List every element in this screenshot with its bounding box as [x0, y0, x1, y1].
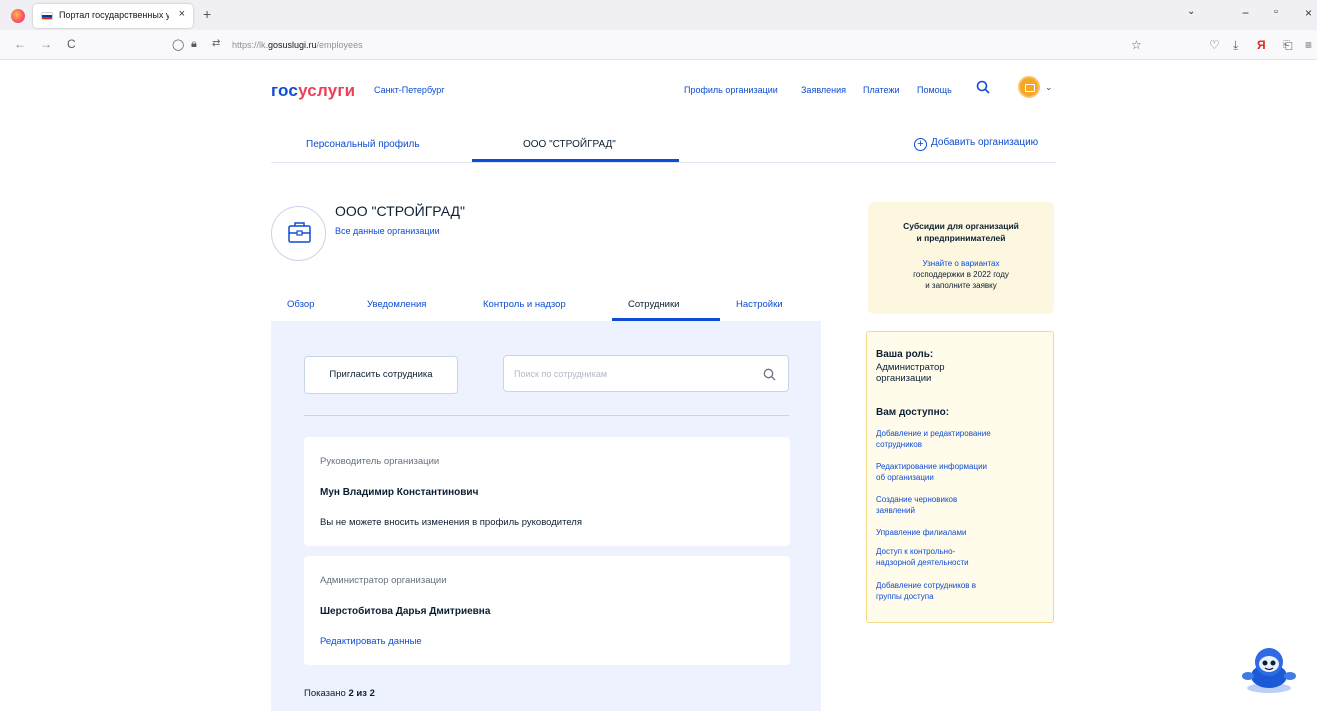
permission-item[interactable]: Редактирование информации об организации: [876, 461, 1046, 483]
russian-flag-icon: [41, 12, 53, 20]
employee-note: Вы не можете вносить изменения в профиль…: [320, 517, 582, 528]
tab-title: Портал государственных услуг: [59, 10, 169, 20]
city-selector[interactable]: Санкт-Петербург: [374, 85, 445, 95]
nav-help[interactable]: Помощь: [917, 85, 952, 95]
permissions-icon[interactable]: ⇄: [212, 38, 220, 49]
new-tab-icon[interactable]: +: [203, 6, 211, 22]
promo-link[interactable]: Узнайте о вариантах: [868, 258, 1054, 269]
permission-item[interactable]: Создание черновиков заявлений: [876, 494, 1046, 516]
tab-org-profile[interactable]: ООО "СТРОЙГРАД": [523, 139, 616, 150]
divider: [304, 415, 789, 416]
employee-name: Мун Владимир Константинович: [320, 487, 479, 498]
briefcase-icon: [271, 206, 326, 261]
org-avatar[interactable]: [1018, 76, 1040, 98]
reload-icon[interactable]: C: [67, 37, 76, 51]
tab-control-supervision[interactable]: Контроль и надзор: [483, 299, 566, 310]
restore-icon[interactable]: ▫: [1274, 6, 1278, 18]
tab-notifications[interactable]: Уведомления: [367, 299, 426, 310]
role-heading: Ваша роль:: [876, 349, 934, 360]
employee-role: Администратор организации: [320, 575, 447, 586]
promo-text: господдержки в 2022 году и заполните заяв…: [913, 270, 1009, 290]
employee-search-input[interactable]: [514, 365, 754, 383]
search-icon[interactable]: [763, 368, 776, 381]
all-org-data-link[interactable]: Все данные организации: [335, 226, 440, 236]
back-icon[interactable]: ←: [14, 37, 26, 51]
add-organization-button[interactable]: + Добавить организацию: [914, 137, 1038, 151]
bookmark-star-icon[interactable]: ☆: [1131, 38, 1142, 52]
employees-panel: Пригласить сотрудника Руководитель орган…: [271, 321, 821, 711]
org-title: ООО "СТРОЙГРАД": [335, 203, 465, 219]
pocket-icon[interactable]: ♡: [1209, 38, 1220, 52]
nav-payments[interactable]: Платежи: [863, 85, 900, 95]
minimize-icon[interactable]: −: [1242, 6, 1249, 20]
permission-item[interactable]: Добавление и редактирование сотрудников: [876, 428, 1046, 450]
tab-list-icon[interactable]: ⌄: [1187, 6, 1195, 17]
lock-icon[interactable]: 🔒︎: [191, 38, 197, 51]
close-tab-icon[interactable]: ×: [179, 8, 185, 20]
gosuslugi-logo[interactable]: госуслуги: [271, 81, 355, 101]
permission-item[interactable]: Добавление сотрудников в группы доступа: [876, 580, 1046, 602]
browser-nav-bar: ← → C ◯ 🔒︎ ⇄ https://lk.gosuslugi.ru/emp…: [0, 30, 1317, 60]
search-icon[interactable]: [976, 80, 990, 94]
assistant-robot-icon[interactable]: [1240, 642, 1298, 694]
browser-tab-bar: Портал государственных услуг × + ⌄ − ▫ ×: [0, 0, 1317, 30]
shield-icon[interactable]: ◯: [172, 38, 184, 51]
firefox-logo-icon[interactable]: [11, 9, 25, 23]
menu-icon[interactable]: ≡: [1305, 38, 1312, 52]
tab-personal-profile[interactable]: Персональный профиль: [306, 139, 420, 150]
browser-tab[interactable]: Портал государственных услуг ×: [33, 4, 193, 28]
role-info-box: Ваша роль: Администратор организации Вам …: [866, 331, 1054, 623]
employee-card-director: Руководитель организации Мун Владимир Ко…: [304, 437, 790, 546]
window-close-icon[interactable]: ×: [1305, 6, 1312, 20]
url-bar[interactable]: https://lk.gosuslugi.ru/employees: [232, 40, 363, 50]
employee-search: [503, 355, 789, 392]
tabs-divider: [271, 162, 1056, 163]
yandex-icon[interactable]: Я: [1257, 38, 1266, 52]
active-tab-indicator: [472, 159, 679, 162]
employee-role: Руководитель организации: [320, 456, 440, 467]
forward-icon[interactable]: →: [40, 37, 52, 51]
plus-circle-icon: +: [914, 138, 927, 151]
employee-name: Шерстобитова Дарья Дмитриевна: [320, 606, 491, 617]
edit-employee-link[interactable]: Редактировать данные: [320, 636, 422, 647]
tab-settings[interactable]: Настройки: [736, 299, 783, 310]
role-value: Администратор организации: [876, 362, 945, 384]
tab-employees[interactable]: Сотрудники: [628, 299, 679, 310]
subsidies-banner[interactable]: Субсидии для организаций и предпринимател…: [868, 202, 1054, 314]
tab-overview[interactable]: Обзор: [287, 299, 314, 310]
chevron-down-icon[interactable]: ⌄: [1045, 82, 1053, 93]
extensions-icon[interactable]: ⎗: [1283, 38, 1293, 53]
permission-item[interactable]: Управление филиалами: [876, 527, 1046, 538]
invite-employee-button[interactable]: Пригласить сотрудника: [304, 356, 458, 394]
employee-card-admin: Администратор организации Шерстобитова Д…: [304, 556, 790, 665]
permission-item[interactable]: Доступ к контрольно-надзорной деятельнос…: [876, 546, 1046, 568]
promo-title: Субсидии для организаций и предпринимател…: [903, 221, 1019, 243]
nav-org-profile[interactable]: Профиль организации: [684, 85, 778, 95]
shown-count: Показано 2 из 2: [304, 688, 375, 699]
download-icon[interactable]: ⤓: [1233, 38, 1238, 53]
nav-applications[interactable]: Заявления: [801, 85, 846, 95]
available-heading: Вам доступно:: [876, 407, 950, 418]
